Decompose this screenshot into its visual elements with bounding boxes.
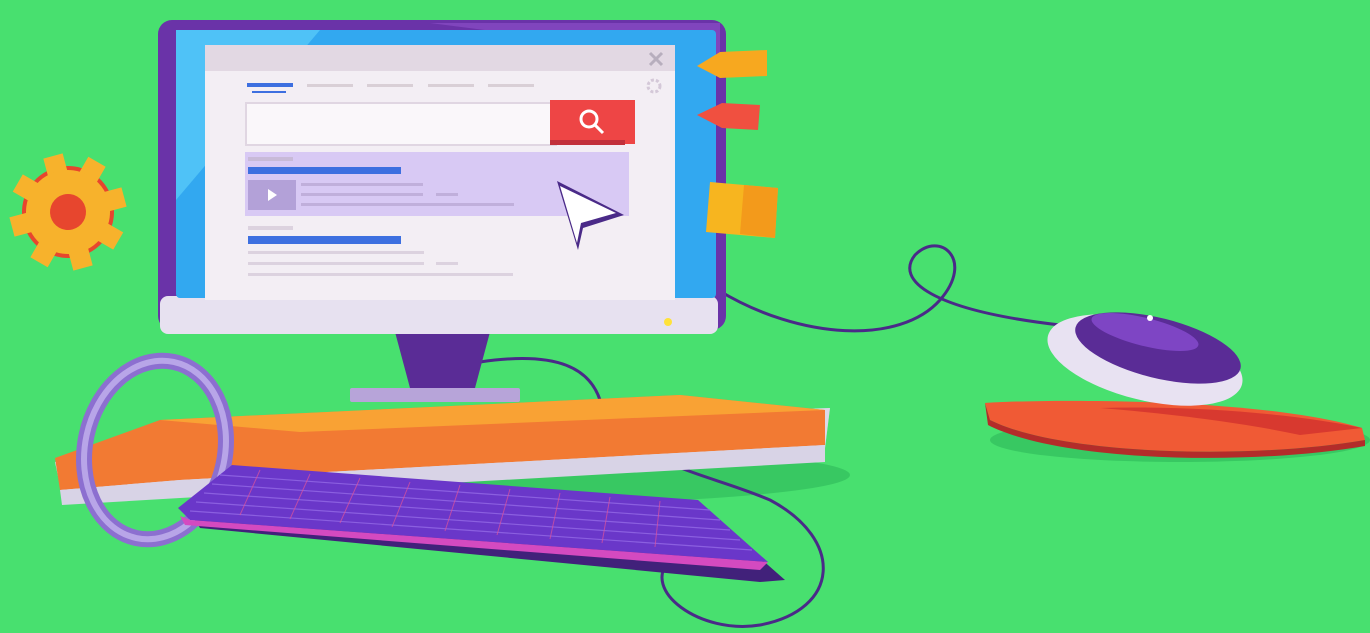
video-thumbnail[interactable] <box>248 180 296 210</box>
mouse-cable <box>717 244 1061 333</box>
result-line <box>436 193 458 196</box>
result-line <box>301 183 423 186</box>
result-meta <box>248 157 293 161</box>
search-input[interactable] <box>245 102 557 146</box>
result-title <box>248 236 401 244</box>
scene-illustration <box>9 20 1370 628</box>
result-line <box>248 273 513 276</box>
gear-icon <box>9 153 127 271</box>
tab-active-underline <box>252 91 286 93</box>
result-title <box>248 167 401 174</box>
result-line <box>248 262 424 265</box>
tab[interactable] <box>367 84 413 87</box>
result-line <box>436 262 458 265</box>
result-line <box>301 193 423 196</box>
power-led <box>664 318 672 326</box>
result-line <box>301 203 514 206</box>
tab[interactable] <box>488 84 534 87</box>
monitor-stand <box>350 332 520 402</box>
result-line <box>248 251 424 254</box>
result-meta <box>248 226 293 230</box>
tab[interactable] <box>307 84 353 87</box>
search-button[interactable] <box>550 100 635 145</box>
tab[interactable] <box>428 84 474 87</box>
browser-window <box>205 45 675 300</box>
tab-active[interactable] <box>247 83 293 87</box>
